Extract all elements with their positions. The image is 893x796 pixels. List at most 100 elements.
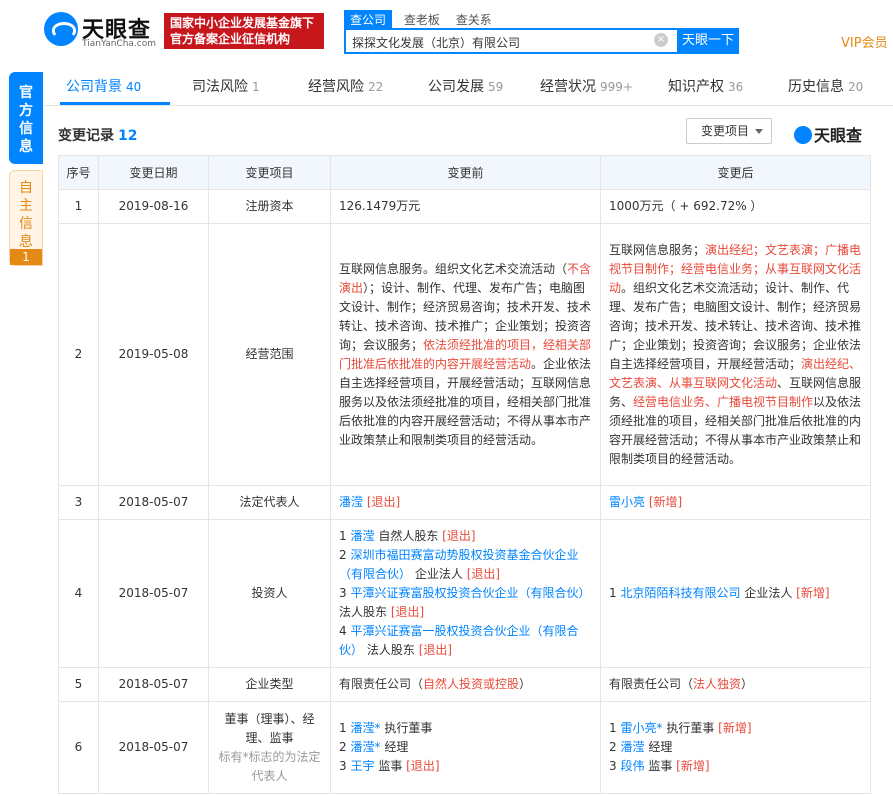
tab-count: 999+ <box>600 80 633 94</box>
section-title: 变更记录 12 <box>58 125 137 145</box>
person-link[interactable]: 王宇 <box>350 759 374 773</box>
exit-tag: [退出] <box>418 643 453 657</box>
row-after: 1000万元（ + 692.72% ） <box>600 189 871 224</box>
watermark-text: 天眼查 <box>814 126 863 145</box>
row-item: 企业类型 <box>208 667 331 702</box>
text-segment: 互联网信息服务； <box>609 242 706 257</box>
person-link[interactable]: 雷小亮 <box>609 495 645 509</box>
active-tab-underline <box>60 102 170 105</box>
person-role: 执行董事 <box>384 721 433 735</box>
list-item: 4 平潭兴证赛富一股权投资合伙企业（有限合伙） 法人股东 [退出] <box>339 622 592 660</box>
person-role: 监事 <box>378 759 403 773</box>
tab-count: 22 <box>368 80 384 94</box>
new-tag: [新增] <box>718 721 752 735</box>
person-link[interactable]: 段伟 <box>620 759 644 773</box>
tab-label: 公司背景 <box>66 79 122 95</box>
site-logo[interactable]: 天眼查 TianYanCha.com <box>44 12 156 50</box>
search-button[interactable]: 天眼一下 <box>677 28 739 54</box>
list-index: 1 <box>609 586 617 600</box>
list-item: 3 段伟 监事 [新增] <box>609 757 862 776</box>
tab-count: 1 <box>252 80 260 94</box>
col-before: 变更前 <box>330 155 601 190</box>
tab-history[interactable]: 历史信息 20 <box>788 76 863 96</box>
row-date: 2019-08-16 <box>98 189 209 224</box>
highlight-segment: 法人独资 <box>693 677 742 691</box>
section-count: 12 <box>118 128 138 144</box>
tab-company-development[interactable]: 公司发展 59 <box>428 76 503 96</box>
table-row: 6 2018-05-07 董事（理事）、经理、监事 标有*标志的为法定代表人 1 … <box>58 701 871 794</box>
row-after: 雷小亮 [新增] <box>600 485 871 520</box>
row-no: 5 <box>58 667 99 702</box>
filter-label: 变更项目 <box>701 124 750 138</box>
tab-business-status[interactable]: 经营状况 999+ <box>540 76 633 96</box>
col-after: 变更后 <box>600 155 871 190</box>
col-no: 序号 <box>58 155 99 190</box>
side-tab-self-label: 自主信息 <box>19 180 33 250</box>
list-index: 3 <box>609 759 617 773</box>
row-date: 2018-05-07 <box>98 519 209 668</box>
investor-role: 法人股东 <box>339 605 388 619</box>
investor-role: 企业法人 <box>414 567 463 581</box>
tab-company-background[interactable]: 公司背景 40 <box>66 76 141 96</box>
exit-tag: [退出] <box>466 567 501 581</box>
tab-search-relation[interactable]: 查关系 <box>456 11 492 28</box>
tab-legal-risk[interactable]: 司法风险 1 <box>192 76 260 96</box>
row-item: 投资人 <box>208 519 331 668</box>
investor-link[interactable]: 北京陌陌科技有限公司 <box>620 586 740 600</box>
search-type-tabs: 查公司 查老板 查关系 <box>344 10 504 29</box>
list-index: 3 <box>339 759 347 773</box>
row-item: 法定代表人 <box>208 485 331 520</box>
change-item-filter[interactable]: 变更项目 <box>686 118 772 144</box>
row-no: 1 <box>58 189 99 224</box>
row-no: 4 <box>58 519 99 668</box>
clear-icon[interactable]: × <box>654 33 668 47</box>
list-item: 1 雷小亮* 执行董事 [新增] <box>609 719 862 738</box>
row-date: 2019-05-08 <box>98 223 209 486</box>
person-role: 经理 <box>384 740 409 754</box>
list-item: 1 北京陌陌科技有限公司 企业法人 [新增] <box>609 584 862 603</box>
side-tab-official-label: 官方信息 <box>19 85 33 155</box>
person-link[interactable]: 潘滢 <box>620 740 644 754</box>
list-index: 2 <box>609 740 617 754</box>
tab-label: 公司发展 <box>428 79 484 95</box>
tab-search-boss[interactable]: 查老板 <box>404 11 440 28</box>
text-segment: 有限责任公司（ <box>609 677 694 691</box>
person-link[interactable]: 潘滢 <box>339 495 363 509</box>
row-date: 2018-05-07 <box>98 667 209 702</box>
tab-count: 40 <box>126 80 142 94</box>
tab-intellectual-property[interactable]: 知识产权 36 <box>668 76 743 96</box>
row-item: 经营范围 <box>208 223 331 486</box>
new-tag: [新增] <box>676 759 710 773</box>
list-item: 1 潘滢 自然人股东 [退出] <box>339 527 592 546</box>
side-tab-self[interactable]: 自主信息 1 <box>9 170 43 266</box>
tab-label: 经营风险 <box>308 79 364 95</box>
list-index: 4 <box>339 624 347 638</box>
person-link[interactable]: 潘滢* <box>350 721 380 735</box>
slogan-line-1: 国家中小企业发展基金旗下 <box>170 16 315 30</box>
text-segment: 互联网信息服务。组织文化艺术交流活动（ <box>339 261 568 276</box>
investor-role: 自然人股东 <box>378 529 439 543</box>
vip-link[interactable]: VIP会员 <box>841 32 888 51</box>
item-note: 标有*标志的为法定代表人 <box>218 749 321 783</box>
row-item: 董事（理事）、经理、监事 标有*标志的为法定代表人 <box>208 701 331 794</box>
list-item: 3 王宇 监事 [退出] <box>339 757 592 776</box>
person-role: 经理 <box>648 740 673 754</box>
tab-count: 20 <box>848 80 864 94</box>
tab-search-company[interactable]: 查公司 <box>344 10 393 29</box>
search-input[interactable]: 探探文化发展（北京）有限公司 <box>344 28 680 54</box>
tab-count: 36 <box>728 80 744 94</box>
list-index: 1 <box>339 529 347 543</box>
tab-business-risk[interactable]: 经营风险 22 <box>308 76 383 96</box>
row-date: 2018-05-07 <box>98 701 209 794</box>
table-row: 4 2018-05-07 投资人 1 潘滢 自然人股东 [退出] 2 深圳市福田… <box>58 519 871 668</box>
list-item: 1 潘滢* 执行董事 <box>339 719 592 738</box>
list-index: 1 <box>609 721 617 735</box>
investor-link[interactable]: 潘滢 <box>350 529 374 543</box>
investor-link[interactable]: 平潭兴证赛富股权投资合伙企业（有限合伙） <box>350 586 590 600</box>
person-link[interactable]: 雷小亮* <box>620 721 662 735</box>
row-after: 有限责任公司（法人独资） <box>600 667 871 702</box>
table-row: 2 2019-05-08 经营范围 互联网信息服务。组织文化艺术交流活动（不含演… <box>58 223 871 486</box>
list-index: 2 <box>339 740 347 754</box>
person-link[interactable]: 潘滢* <box>350 740 380 754</box>
side-tab-official[interactable]: 官方信息 <box>9 72 43 164</box>
